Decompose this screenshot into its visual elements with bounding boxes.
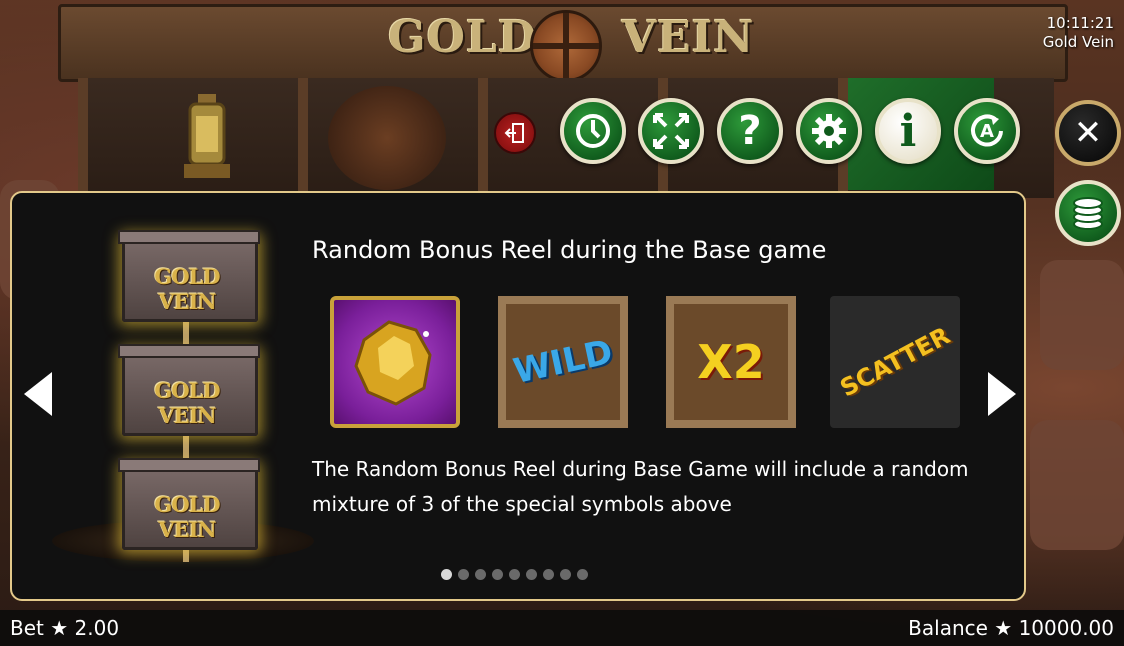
scatter-label: SCATTER (835, 321, 955, 403)
page-dot[interactable] (441, 569, 452, 580)
info-button[interactable]: i (875, 98, 941, 164)
history-button[interactable] (560, 98, 626, 164)
bet-display: Bet ★ 2.00 (10, 616, 120, 640)
settings-button[interactable] (796, 98, 862, 164)
bonus-cart: GOLD VEIN (118, 226, 260, 322)
fullscreen-button[interactable] (638, 98, 704, 164)
background-rock (1040, 260, 1124, 370)
bonus-cart: GOLD VEIN (118, 340, 260, 436)
gold-nugget-icon (354, 320, 432, 406)
wild-symbol: WILD (498, 296, 628, 428)
wild-label: WILD (509, 332, 617, 392)
page-dot[interactable] (475, 569, 486, 580)
gold-pan-icon (328, 86, 446, 190)
balance-display: Balance ★ 10000.00 (908, 616, 1114, 640)
footer-bar: Bet ★ 2.00 Balance ★ 10000.00 (0, 610, 1124, 646)
background-rock (1030, 420, 1124, 550)
cart-label: GOLD VEIN (154, 378, 220, 428)
logo-text-right: VEIN (622, 12, 755, 63)
clock: 10:11:21 Gold Vein (1043, 14, 1114, 52)
history-icon (576, 114, 610, 148)
gold-nugget-symbol (330, 296, 460, 428)
fullscreen-icon (653, 113, 689, 149)
lantern-icon (184, 94, 230, 178)
help-icon: ? (738, 108, 762, 154)
page-dot[interactable] (492, 569, 503, 580)
previous-page-arrow[interactable] (24, 372, 52, 416)
logo-wheel (530, 10, 602, 82)
autoplay-letter: A (980, 120, 994, 142)
page-dot[interactable] (526, 569, 537, 580)
game-name: Gold Vein (1042, 33, 1114, 51)
logo-text-left: GOLD (388, 12, 537, 63)
page-dot[interactable] (509, 569, 520, 580)
bet-coins-button[interactable] (1055, 180, 1121, 246)
page-dot[interactable] (560, 569, 571, 580)
bonus-cart: GOLD VEIN (118, 454, 260, 550)
cart-label: GOLD VEIN (154, 492, 220, 542)
panel-description: The Random Bonus Reel during Base Game w… (312, 457, 969, 516)
page-dot[interactable] (458, 569, 469, 580)
autoplay-button[interactable]: A (954, 98, 1020, 164)
page-dot[interactable] (543, 569, 554, 580)
next-page-arrow[interactable] (988, 372, 1016, 416)
x2-label: X2 (697, 335, 765, 389)
info-icon: i (899, 105, 917, 157)
x2-symbol: X2 (666, 296, 796, 428)
coins-icon (1073, 197, 1103, 230)
gear-icon (812, 114, 846, 148)
exit-icon (504, 123, 524, 143)
exit-button[interactable] (494, 112, 536, 154)
cart-label: GOLD VEIN (154, 264, 220, 314)
scatter-symbol: SCATTER (830, 296, 960, 428)
close-button[interactable]: ✕ (1055, 100, 1121, 166)
help-button[interactable]: ? (717, 98, 783, 164)
close-icon: ✕ (1073, 113, 1103, 153)
clock-time: 10:11:21 (1046, 14, 1114, 32)
page-dot[interactable] (577, 569, 588, 580)
page-indicator (441, 569, 588, 580)
panel-title: Random Bonus Reel during the Base game (312, 236, 827, 264)
